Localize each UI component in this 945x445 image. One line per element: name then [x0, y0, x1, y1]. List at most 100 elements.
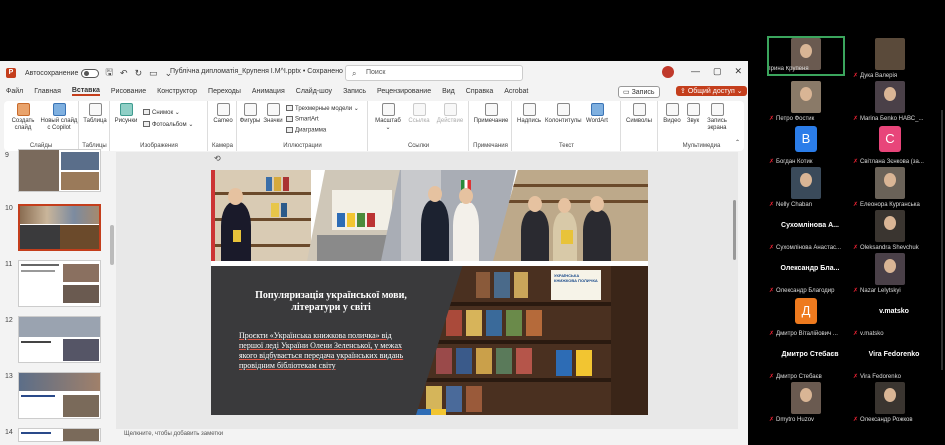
participant-tile[interactable]: ✗ Nazar Lelytskyi [853, 253, 927, 297]
tab-draw[interactable]: Рисование [111, 88, 146, 95]
participant-tile[interactable]: Vira Fedorenko ✗ Vira Fedorenko [853, 339, 927, 383]
collapse-ribbon-icon[interactable]: ⌃ [735, 139, 740, 146]
designer-icon[interactable]: ⟲ [214, 154, 221, 163]
tab-insert[interactable]: Вставка [71, 87, 100, 96]
tab-slideshow[interactable]: Слайд-шоу [296, 88, 332, 95]
participant-tile[interactable]: Д ✗ Дмитро Віталійович ... [769, 296, 843, 340]
participant-name: Marina Бenko НАВС_... [860, 116, 924, 122]
textbox-label: Надпись [517, 118, 541, 124]
icons-button[interactable]: Значки [262, 103, 284, 125]
photo-album-button[interactable]: Фотоальбом ⌄ [143, 121, 193, 128]
editor-scrollbar[interactable] [733, 200, 736, 260]
muted-mic-icon: ✗ [769, 159, 775, 165]
action-button[interactable]: Действие [435, 103, 465, 125]
muted-mic-icon: ✗ [853, 202, 859, 208]
participant-tile[interactable]: ✗ Дука Валерія [853, 38, 927, 82]
tab-view[interactable]: Вид [442, 88, 455, 95]
slide-thumbnail[interactable] [18, 372, 101, 419]
group-camera: Cameo Камера [209, 101, 237, 151]
speaker-icon [686, 103, 700, 116]
participant-tile[interactable]: ✗ Петро Фостик [769, 81, 843, 125]
comment-button[interactable]: Примечание [472, 103, 510, 125]
participant-tile[interactable]: v.matsko ✗ v.matsko [853, 296, 927, 340]
close-icon[interactable]: ✕ [734, 66, 742, 77]
slide-thumbnail[interactable] [18, 260, 101, 307]
participant-tile[interactable]: ✗ Marina Бenko НАВС_... [853, 81, 927, 125]
minimize-icon[interactable]: — [691, 66, 700, 77]
tab-help[interactable]: Справка [466, 88, 493, 95]
link-button[interactable]: Ссылка [405, 103, 433, 125]
header-footer-button[interactable]: Колонтитулы [545, 103, 582, 125]
tab-record[interactable]: Запись [343, 88, 366, 95]
icons-icon [266, 103, 280, 116]
book [486, 310, 502, 336]
tab-transitions[interactable]: Переходы [208, 88, 241, 95]
chart-button[interactable]: Диаграмма [286, 127, 326, 134]
share-icon: ⇪ [680, 88, 688, 95]
participant-tile[interactable]: Ірина Крупеня [767, 36, 845, 76]
participant-tile[interactable]: Олександр Бла... ✗ Олександр Благодир [769, 253, 843, 297]
maximize-icon[interactable]: ▢ [713, 66, 722, 77]
participant-tile[interactable]: С ✗ Світлана Зєнкова (за... [853, 124, 927, 168]
account-avatar[interactable] [662, 66, 674, 78]
thumbnails-scrollbar[interactable] [110, 225, 114, 265]
audio-label: Звук [686, 118, 700, 124]
participant-tile[interactable]: Дмитро Стебаєв ✗ Дмитро Стебаєв [769, 339, 843, 383]
save-icon[interactable]: 🖫 [105, 65, 113, 81]
group-tables: Таблица Таблицы [80, 101, 110, 151]
present-icon[interactable]: ▭ [149, 68, 158, 79]
redo-icon[interactable]: ↻ [135, 68, 143, 79]
slide-heading[interactable]: Популяризація української мови, літерату… [231, 290, 431, 314]
tab-home[interactable]: Главная [34, 88, 61, 95]
slide-body-text[interactable]: Проєкти «Українська книжкова поличка» ві… [239, 331, 409, 371]
cameo-button[interactable]: Cameo [210, 103, 236, 125]
undo-icon[interactable]: ↶ [120, 68, 128, 79]
tab-review[interactable]: Рецензирование [377, 88, 431, 95]
participant-tile[interactable]: В ✗ Богдан Котик [769, 124, 843, 168]
table-button[interactable]: Таблица [82, 103, 108, 125]
slide-thumbnail[interactable] [18, 428, 101, 442]
person-head [228, 188, 243, 205]
autosave-toggle[interactable] [81, 68, 100, 78]
search-input[interactable]: ⌕ Поиск [345, 65, 523, 81]
muted-mic-icon: ✗ [853, 374, 859, 380]
3d-models-button[interactable]: Трехмерные модели ⌄ [286, 105, 359, 112]
slide-thumbnail[interactable] [18, 316, 101, 363]
book [266, 177, 272, 191]
participant-tile[interactable]: ✗ Олександр Рожков [853, 382, 927, 426]
smartart-button[interactable]: SmartArt [286, 116, 319, 123]
participant-tile[interactable]: ✗ Oleksandra Shevchuk [853, 210, 927, 254]
participant-tile[interactable]: ✗ Nelly Chaban [769, 167, 843, 211]
tab-animations[interactable]: Анимация [252, 88, 285, 95]
participant-tile[interactable]: ✗ Dmytro Huzov [769, 382, 843, 426]
audio-button[interactable]: Звук [683, 103, 703, 125]
new-slide-button[interactable]: Создать слайд [7, 103, 39, 132]
title-bar: P Автосохранение 🖫 ↶ ↻ ▭ ⌄ Публічна дипл… [0, 61, 748, 85]
participant-tile[interactable]: Сухомлінова А... ✗ Сухомлінова Анастас... [769, 210, 843, 254]
share-button[interactable]: ⇪ Общий доступ ⌄ [676, 86, 747, 96]
participant-tile[interactable]: ✗ Елеонора Курганська [853, 167, 927, 211]
shapes-button[interactable]: Фигуры [238, 103, 262, 125]
screenshot-button[interactable]: Снимок ⌄ [143, 109, 180, 116]
slide-thumbnail-selected[interactable] [18, 204, 101, 251]
pictures-button[interactable]: Рисунки [113, 103, 139, 125]
video-button[interactable]: Видео [661, 103, 683, 125]
tab-acrobat[interactable]: Acrobat [504, 88, 528, 95]
textbox-button[interactable]: Надпись [515, 103, 543, 125]
screen-recording-button[interactable]: Запись экрана [704, 103, 730, 132]
slide-thumbnail[interactable] [18, 149, 101, 192]
tab-design[interactable]: Конструктор [157, 88, 197, 95]
tab-file[interactable]: Файл [6, 88, 23, 95]
participant-label: ✗ Dmytro Huzov [769, 416, 845, 423]
wordart-button[interactable]: WordArt [583, 103, 611, 125]
notes-pane[interactable]: Щелкните, чтобы добавить заметки [116, 430, 738, 438]
document-title[interactable]: Публічна дипломатія_Крупеня І.М^I.pptx •… [170, 68, 343, 75]
zoom-button[interactable]: Масштаб ⌄ [373, 103, 403, 132]
participant-face [884, 216, 896, 230]
copilot-slide-button[interactable]: Новый слайд с Copilot [40, 103, 78, 132]
symbols-button[interactable]: Символы [624, 103, 654, 125]
record-button[interactable]: ▭ Запись [618, 86, 660, 98]
slide-canvas[interactable]: Популяризація української мови, літерату… [211, 170, 648, 415]
group-illustrations: Фигуры Значки Трехмерные модели ⌄ SmartA… [238, 101, 368, 151]
participants-scrollbar[interactable] [941, 110, 943, 370]
